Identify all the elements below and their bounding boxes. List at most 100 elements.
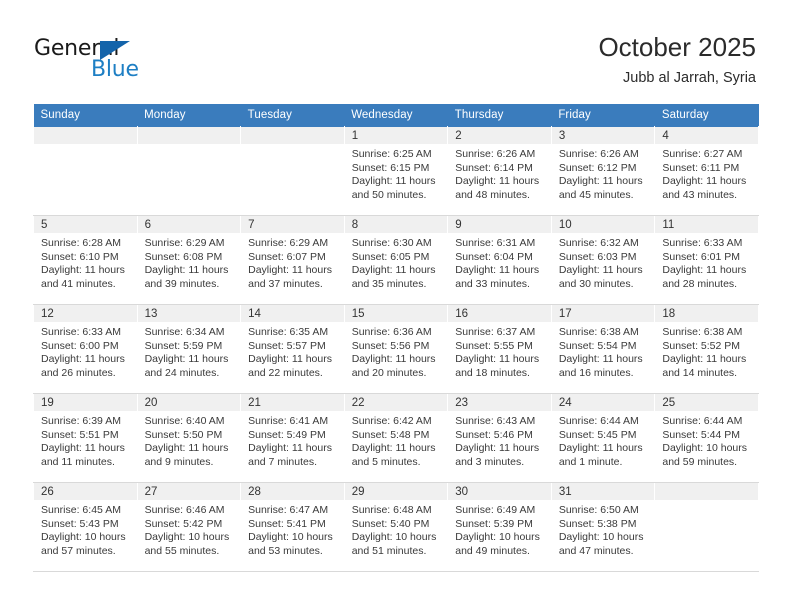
day-daylight-line2: and 55 minutes. <box>144 544 220 557</box>
day-number: 29 <box>344 483 448 500</box>
day-number: 31 <box>551 483 655 500</box>
day-sunrise: Sunrise: 6:30 AM <box>351 237 432 249</box>
day-details: Sunrise: 6:28 AM Sunset: 6:10 PM Daylight:… <box>34 233 137 291</box>
day-sunset: Sunset: 5:52 PM <box>662 339 741 352</box>
day-number: 22 <box>344 394 448 411</box>
day-daylight-line1: Daylight: 11 hours <box>662 175 747 188</box>
day-details: Sunrise: 6:37 AM Sunset: 5:55 PM Daylight:… <box>448 322 551 380</box>
day-details: Sunrise: 6:26 AM Sunset: 6:14 PM Daylight:… <box>448 144 551 202</box>
calendar-day-cell[interactable]: 27 Sunrise: 6:46 AM Sunset: 5:42 PM Dayligh… <box>136 482 242 572</box>
day-details: Sunrise: 6:49 AM Sunset: 5:39 PM Daylight:… <box>448 500 551 558</box>
calendar-week-row: 12 Sunrise: 6:33 AM Sunset: 6:00 PM Dayligh… <box>33 304 759 394</box>
day-number: 20 <box>137 394 241 411</box>
calendar-day-cell[interactable]: 4 Sunrise: 6:27 AM Sunset: 6:11 PM Daylight… <box>654 126 759 216</box>
calendar-day-cell[interactable]: 23 Sunrise: 6:43 AM Sunset: 5:46 PM Dayligh… <box>447 393 552 483</box>
calendar-day-cell[interactable]: 12 Sunrise: 6:33 AM Sunset: 6:00 PM Dayligh… <box>33 304 138 394</box>
calendar-day-cell[interactable]: 16 Sunrise: 6:37 AM Sunset: 5:55 PM Dayligh… <box>447 304 552 394</box>
day-sunrise: Sunrise: 6:33 AM <box>662 237 743 249</box>
calendar-day-cell[interactable]: 29 Sunrise: 6:48 AM Sunset: 5:40 PM Dayligh… <box>343 482 449 572</box>
calendar-day-cell[interactable]: 15 Sunrise: 6:36 AM Sunset: 5:56 PM Dayligh… <box>343 304 449 394</box>
calendar-day-cell[interactable]: 13 Sunrise: 6:34 AM Sunset: 5:59 PM Dayligh… <box>136 304 242 394</box>
page-header: General Blue October 2025 Jubb al Jarrah… <box>0 0 792 96</box>
day-details: Sunrise: 6:29 AM Sunset: 6:08 PM Daylight:… <box>138 233 241 291</box>
day-daylight-line2: and 50 minutes. <box>351 188 427 201</box>
calendar-day-cell[interactable]: 10 Sunrise: 6:32 AM Sunset: 6:03 PM Dayligh… <box>550 215 656 305</box>
day-daylight-line1: Daylight: 11 hours <box>144 353 229 366</box>
day-sunset: Sunset: 6:05 PM <box>351 250 430 263</box>
day-sunrise: Sunrise: 6:44 AM <box>662 415 743 427</box>
calendar-day-cell[interactable]: 14 Sunrise: 6:35 AM Sunset: 5:57 PM Dayligh… <box>240 304 345 394</box>
day-number: 6 <box>137 216 241 233</box>
calendar-day-cell[interactable]: 2 Sunrise: 6:26 AM Sunset: 6:14 PM Daylight… <box>447 126 552 216</box>
day-sunset: Sunset: 5:54 PM <box>558 339 637 352</box>
calendar-day-cell[interactable]: 3 Sunrise: 6:26 AM Sunset: 6:12 PM Daylight… <box>550 126 656 216</box>
calendar-day-cell[interactable]: 25 Sunrise: 6:44 AM Sunset: 5:44 PM Dayligh… <box>654 393 759 483</box>
day-daylight-line1: Daylight: 10 hours <box>351 531 437 544</box>
day-sunset: Sunset: 5:59 PM <box>144 339 223 352</box>
day-sunset: Sunset: 5:46 PM <box>455 428 533 441</box>
calendar-day-cell[interactable]: 1 Sunrise: 6:25 AM Sunset: 6:15 PM Daylight… <box>343 126 449 216</box>
calendar-day-cell[interactable]: 9 Sunrise: 6:31 AM Sunset: 6:04 PM Daylight… <box>447 215 552 305</box>
day-details: Sunrise: 6:45 AM Sunset: 5:43 PM Daylight:… <box>34 500 137 558</box>
day-sunset: Sunset: 6:11 PM <box>662 161 740 174</box>
calendar-day-cell[interactable]: 19 Sunrise: 6:39 AM Sunset: 5:51 PM Dayligh… <box>33 393 138 483</box>
day-number <box>655 483 758 500</box>
day-details: Sunrise: 6:31 AM Sunset: 6:04 PM Daylight:… <box>448 233 551 291</box>
day-sunset: Sunset: 6:12 PM <box>558 161 637 174</box>
calendar-day-cell[interactable]: 8 Sunrise: 6:30 AM Sunset: 6:05 PM Daylight… <box>343 215 449 305</box>
day-number <box>137 127 241 144</box>
day-details: Sunrise: 6:26 AM Sunset: 6:12 PM Daylight:… <box>552 144 655 202</box>
day-sunset: Sunset: 6:03 PM <box>558 250 637 263</box>
day-daylight-line2: and 48 minutes. <box>455 188 530 201</box>
calendar-day-cell[interactable]: 11 Sunrise: 6:33 AM Sunset: 6:01 PM Dayligh… <box>654 215 759 305</box>
calendar-day-cell[interactable]: 22 Sunrise: 6:42 AM Sunset: 5:48 PM Dayligh… <box>343 393 449 483</box>
day-sunset: Sunset: 6:00 PM <box>41 339 119 352</box>
day-number: 30 <box>448 483 551 500</box>
day-details: Sunrise: 6:44 AM Sunset: 5:45 PM Daylight:… <box>552 411 655 469</box>
calendar-day-cell[interactable]: 30 Sunrise: 6:49 AM Sunset: 5:39 PM Dayligh… <box>447 482 552 572</box>
day-daylight-line1: Daylight: 10 hours <box>144 531 230 544</box>
day-daylight-line1: Daylight: 11 hours <box>248 264 332 277</box>
calendar-day-cell[interactable]: 17 Sunrise: 6:38 AM Sunset: 5:54 PM Dayligh… <box>550 304 656 394</box>
calendar-day-cell[interactable]: 7 Sunrise: 6:29 AM Sunset: 6:07 PM Daylight… <box>240 215 345 305</box>
day-number: 10 <box>551 216 655 233</box>
calendar-day-cell[interactable]: 24 Sunrise: 6:44 AM Sunset: 5:45 PM Dayligh… <box>550 393 656 483</box>
day-daylight-line1: Daylight: 11 hours <box>248 442 332 455</box>
day-details: Sunrise: 6:33 AM Sunset: 6:01 PM Daylight:… <box>655 233 758 291</box>
calendar-day-cell[interactable]: 31 Sunrise: 6:50 AM Sunset: 5:38 PM Dayligh… <box>550 482 656 572</box>
day-daylight-line2: and 35 minutes. <box>351 277 427 290</box>
calendar-day-cell[interactable]: 6 Sunrise: 6:29 AM Sunset: 6:08 PM Daylight… <box>136 215 242 305</box>
day-daylight-line2: and 49 minutes. <box>455 544 530 557</box>
day-sunset: Sunset: 6:07 PM <box>248 250 326 263</box>
general-blue-logo[interactable]: General Blue <box>34 38 164 86</box>
day-number: 16 <box>448 305 551 322</box>
day-daylight-line1: Daylight: 10 hours <box>248 531 333 544</box>
day-daylight-line2: and 26 minutes. <box>41 366 116 379</box>
day-daylight-line2: and 9 minutes. <box>144 455 214 468</box>
day-daylight-line2: and 14 minutes. <box>662 366 738 379</box>
calendar-day-cell[interactable]: 26 Sunrise: 6:45 AM Sunset: 5:43 PM Dayligh… <box>33 482 138 572</box>
day-daylight-line2: and 7 minutes. <box>248 455 318 468</box>
day-sunrise: Sunrise: 6:29 AM <box>248 237 329 249</box>
calendar-day-cell[interactable]: 18 Sunrise: 6:38 AM Sunset: 5:52 PM Dayligh… <box>654 304 759 394</box>
calendar-header-row: Sunday Monday Tuesday Wednesday Thursday… <box>33 104 759 127</box>
calendar-day-cell[interactable]: 21 Sunrise: 6:41 AM Sunset: 5:49 PM Dayligh… <box>240 393 345 483</box>
day-sunset: Sunset: 5:38 PM <box>558 517 637 530</box>
weekday-header-wednesday: Wednesday <box>344 104 448 127</box>
calendar-day-cell[interactable]: 5 Sunrise: 6:28 AM Sunset: 6:10 PM Daylight… <box>33 215 138 305</box>
day-sunrise: Sunrise: 6:28 AM <box>41 237 121 249</box>
day-sunrise: Sunrise: 6:47 AM <box>248 504 329 516</box>
day-daylight-line1: Daylight: 10 hours <box>455 531 540 544</box>
calendar-day-cell[interactable]: 28 Sunrise: 6:47 AM Sunset: 5:41 PM Dayligh… <box>240 482 345 572</box>
day-details: Sunrise: 6:50 AM Sunset: 5:38 PM Daylight:… <box>552 500 655 558</box>
day-daylight-line2: and 47 minutes. <box>558 544 634 557</box>
calendar-day-cell[interactable]: 20 Sunrise: 6:40 AM Sunset: 5:50 PM Dayligh… <box>136 393 242 483</box>
day-sunset: Sunset: 5:51 PM <box>41 428 119 441</box>
day-number: 19 <box>34 394 137 411</box>
day-sunrise: Sunrise: 6:48 AM <box>351 504 432 516</box>
day-details: Sunrise: 6:39 AM Sunset: 5:51 PM Daylight:… <box>34 411 137 469</box>
day-number: 1 <box>344 127 448 144</box>
day-sunrise: Sunrise: 6:34 AM <box>144 326 225 338</box>
day-number: 18 <box>655 305 758 322</box>
day-daylight-line2: and 28 minutes. <box>662 277 738 290</box>
